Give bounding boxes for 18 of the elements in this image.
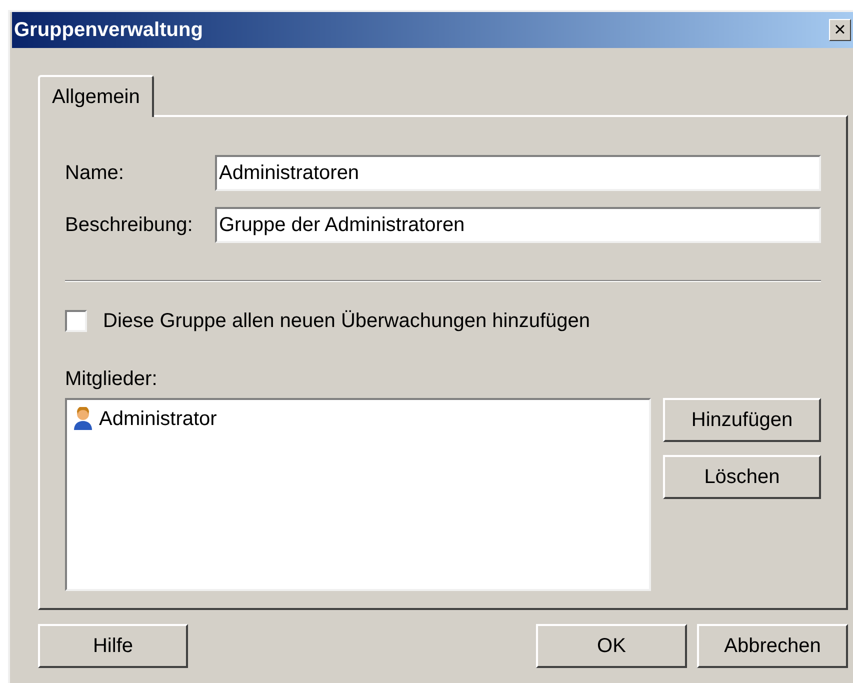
members-label: Mitglieder: — [65, 367, 158, 392]
input-field[interactable]: Gruppe der Administratoren — [215, 207, 821, 243]
input-field[interactable]: Administratoren — [215, 155, 821, 191]
button[interactable]: OK — [536, 624, 687, 668]
button[interactable]: Hinzufügen — [663, 398, 821, 442]
checkbox-label[interactable]: Diese Gruppe allen neuen Überwachungen hinzufügen — [103, 306, 590, 336]
members-list[interactable]: Administrator — [65, 398, 651, 591]
list-item[interactable]: Administrator — [99, 404, 217, 434]
checkbox[interactable] — [65, 310, 87, 332]
tab[interactable]: Allgemein — [38, 75, 154, 117]
close-button[interactable]: × — [829, 19, 851, 41]
button[interactable]: Abbrechen — [697, 624, 848, 668]
window-title: Gruppenverwaltung — [14, 18, 203, 43]
field-label: Name: — [65, 161, 125, 186]
field-label: Beschreibung: — [65, 213, 194, 238]
button[interactable]: Hilfe — [38, 624, 188, 668]
user-icon — [73, 407, 93, 431]
button[interactable]: Löschen — [663, 455, 821, 499]
